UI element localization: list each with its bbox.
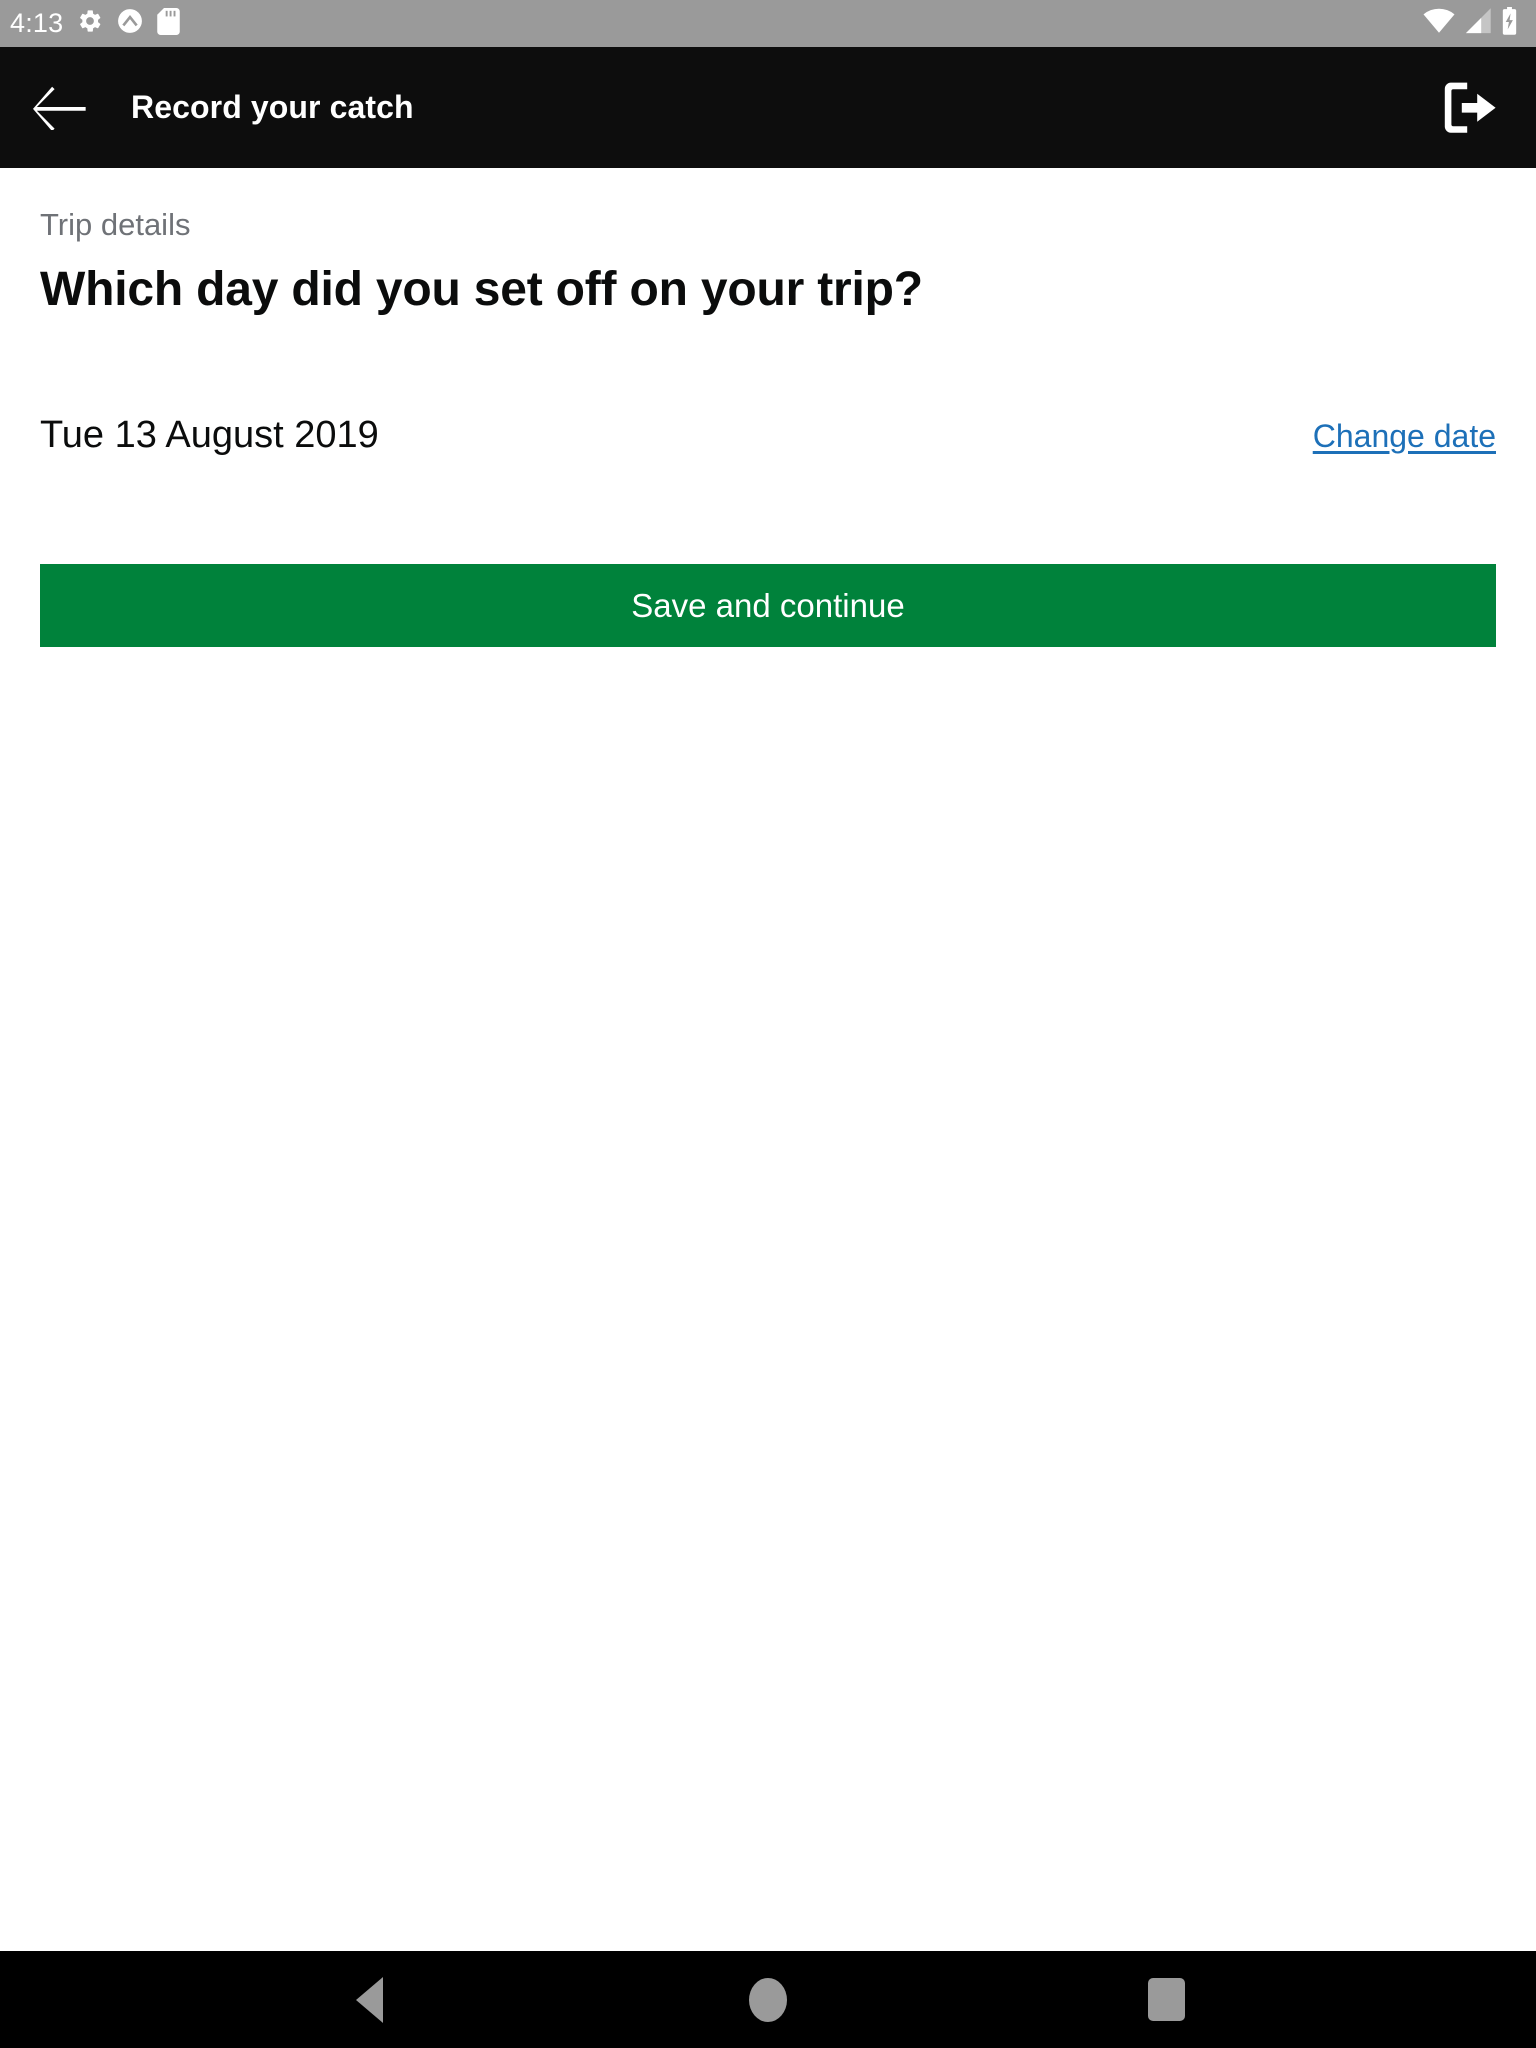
circle-chevron-up-icon [117, 8, 143, 39]
selected-date-value: Tue 13 August 2019 [40, 414, 379, 457]
save-and-continue-button[interactable]: Save and continue [40, 563, 1496, 647]
status-bar-left: 4:13 [10, 7, 181, 40]
battery-charging-icon [1501, 7, 1518, 40]
app-screen: 4:13 Record your catch Trip details Whic… [0, 0, 1536, 2048]
nav-back-button[interactable] [314, 1951, 424, 2048]
sd-card-icon [157, 7, 181, 40]
main-content: Trip details Which day did you set off o… [0, 168, 1536, 1951]
change-date-link[interactable]: Change date [1313, 417, 1496, 455]
cell-signal-icon [1464, 8, 1492, 39]
back-button[interactable] [22, 70, 98, 146]
wifi-icon [1423, 8, 1455, 39]
logout-icon [1444, 82, 1496, 133]
logout-button[interactable] [1434, 72, 1506, 144]
square-icon [1148, 1978, 1186, 2021]
nav-home-button[interactable] [713, 1951, 823, 2048]
date-row: Tue 13 August 2019 Change date [40, 413, 1496, 459]
app-bar-title: Record your catch [131, 89, 414, 125]
triangle-left-icon [355, 1976, 383, 2023]
status-bar-right [1423, 7, 1518, 40]
nav-recents-button[interactable] [1112, 1951, 1222, 2048]
app-bar: Record your catch [0, 47, 1536, 168]
status-clock: 4:13 [10, 8, 64, 38]
page-title: Which day did you set off on your trip? [40, 262, 923, 316]
android-nav-bar [0, 1951, 1536, 2048]
arrow-left-icon [33, 86, 86, 130]
status-bar: 4:13 [0, 0, 1536, 47]
section-caption: Trip details [40, 207, 191, 242]
circle-icon [748, 1977, 787, 2022]
gear-icon [77, 8, 103, 39]
